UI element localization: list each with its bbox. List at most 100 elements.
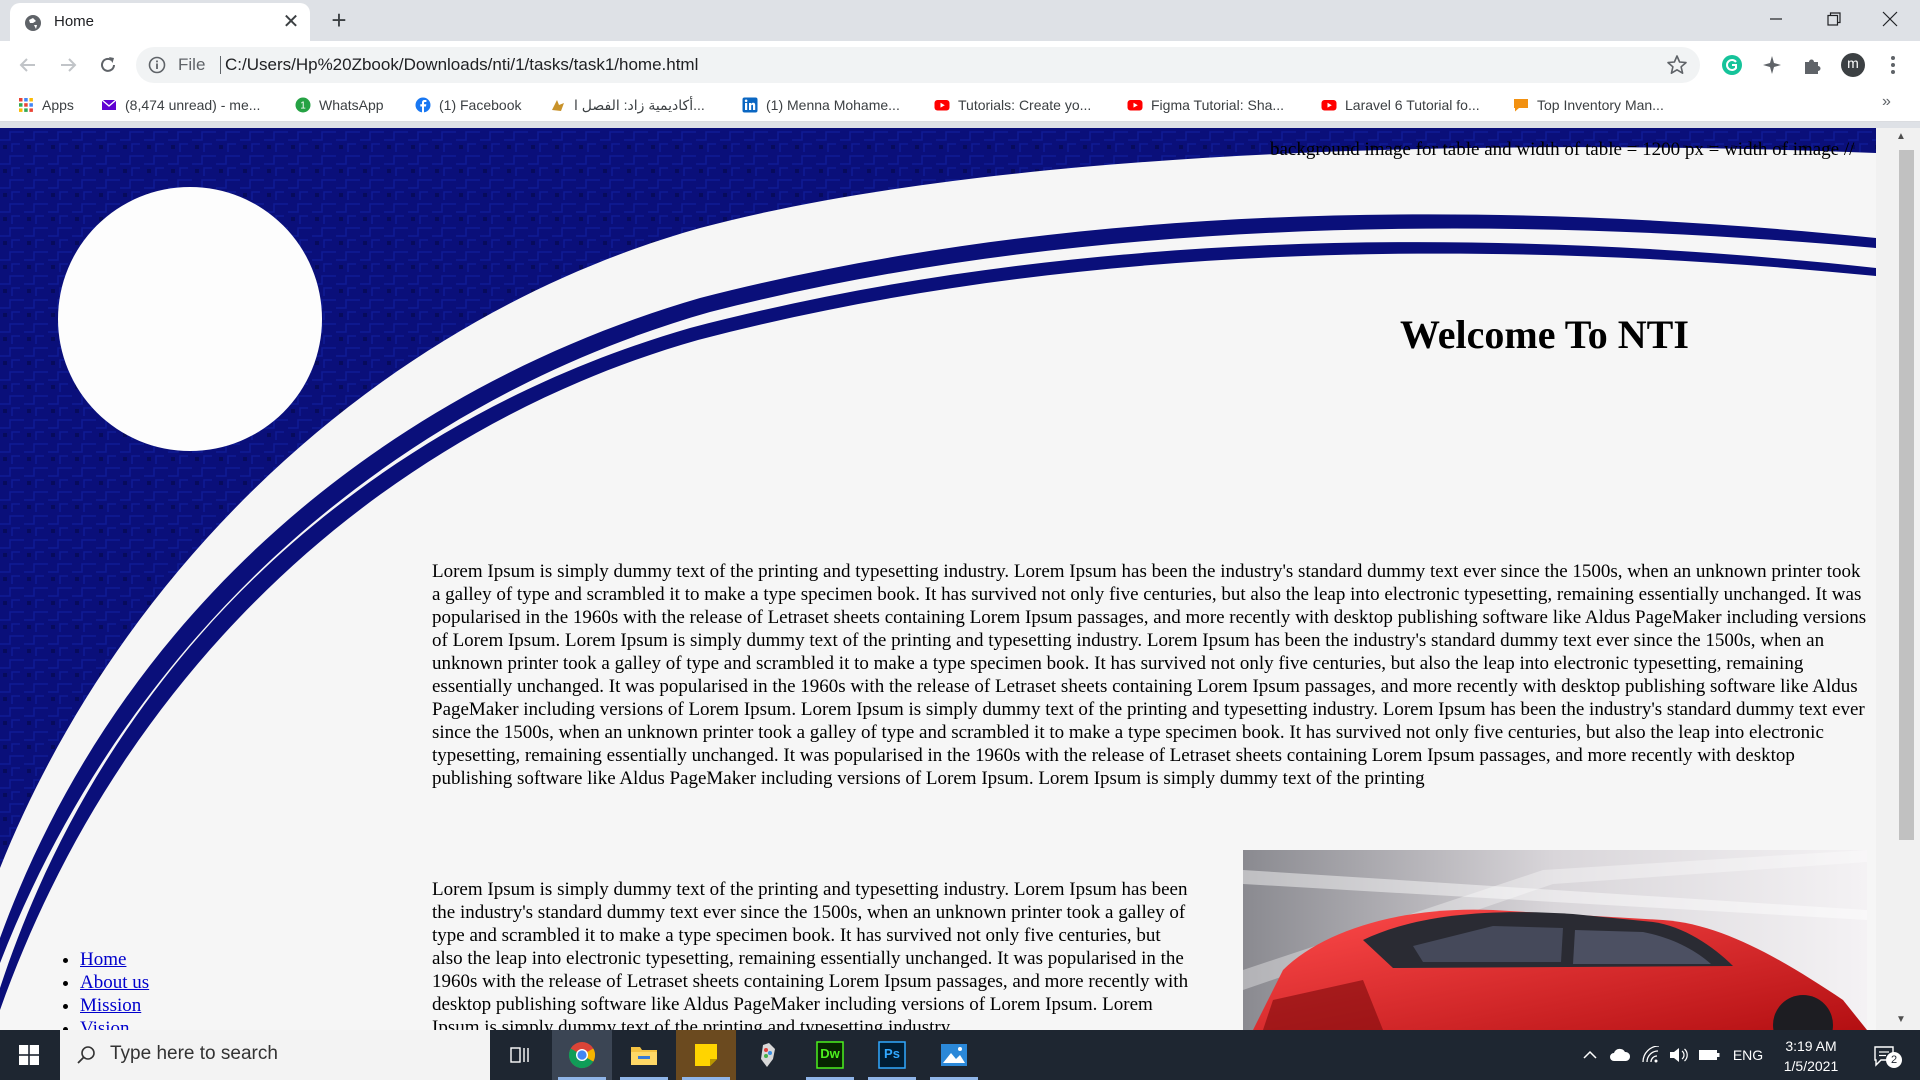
web-page: background image for table and width of …: [0, 128, 1876, 1030]
restore-button[interactable]: [1806, 0, 1862, 38]
notification-badge: 2: [1886, 1052, 1902, 1068]
browser-toolbar: File C:/Users/Hp%20Zbook/Downloads/nti/1…: [0, 41, 1920, 88]
task-view-icon: [510, 1047, 529, 1063]
battery-tray[interactable]: [1697, 1044, 1721, 1066]
taskbar-chrome[interactable]: [552, 1030, 612, 1080]
youtube-icon: [1127, 100, 1143, 111]
url-text[interactable]: C:/Users/Hp%20Zbook/Downloads/nti/1/task…: [225, 55, 698, 75]
reload-icon: [101, 57, 115, 72]
bookmark-mail[interactable]: (8,474 unread) - me...: [101, 94, 260, 116]
chat-icon: [1514, 99, 1528, 112]
new-tab-button[interactable]: +: [325, 6, 353, 34]
taskbar-photoshop[interactable]: Ps: [862, 1030, 922, 1080]
show-hidden-icons-button[interactable]: [1580, 1044, 1600, 1066]
tab-close-icon[interactable]: ✕: [280, 11, 302, 33]
profile-initial: m: [1847, 55, 1859, 71]
search-placeholder: Type here to search: [110, 1043, 278, 1064]
nav-link-home[interactable]: Home: [80, 949, 126, 970]
extensions-menu-button[interactable]: [1800, 52, 1826, 78]
address-bar[interactable]: File C:/Users/Hp%20Zbook/Downloads/nti/1…: [136, 47, 1700, 83]
back-button[interactable]: [14, 51, 42, 79]
linkedin-icon: [742, 97, 758, 113]
file-explorer-icon: [631, 1047, 657, 1065]
info-icon[interactable]: [148, 56, 166, 74]
search-icon: [77, 1046, 95, 1064]
page-scrollbar[interactable]: ▲ ▼: [1876, 128, 1920, 1030]
dreamweaver-label: Dw: [820, 1046, 840, 1061]
bookmark-apps[interactable]: Apps: [18, 94, 74, 116]
taskbar-paint[interactable]: [738, 1030, 798, 1080]
close-icon: [1882, 11, 1898, 27]
taskbar-file-explorer[interactable]: [614, 1030, 674, 1080]
nav-link-mission[interactable]: Mission: [80, 995, 141, 1016]
bookmark-youtube-2[interactable]: Figma Tutorial: Sha...: [1127, 94, 1284, 116]
profile-button[interactable]: m: [1840, 52, 1866, 78]
forward-arrow-icon: [61, 58, 77, 72]
bookmark-youtube-1[interactable]: Tutorials: Create yo...: [934, 94, 1091, 116]
tab-home[interactable]: Home ✕: [10, 3, 310, 41]
bookmarks-overflow-button[interactable]: »: [1882, 93, 1891, 111]
chrome-icon: [568, 1042, 596, 1069]
action-center-button[interactable]: 2: [1864, 1042, 1904, 1070]
bookmark-label: (8,474 unread) - me...: [125, 97, 261, 113]
photos-icon: [941, 1044, 967, 1066]
network-tray[interactable]: [1640, 1044, 1662, 1066]
file-scheme-label: File: [178, 55, 206, 74]
taskbar-search-box[interactable]: Type here to search: [60, 1030, 490, 1080]
system-clock[interactable]: 3:19 AM 1/5/2021: [1768, 1036, 1854, 1076]
nav-item-vision: Vision: [80, 1017, 149, 1030]
battery-icon: [1699, 1050, 1720, 1060]
taskbar-dreamweaver[interactable]: Dw: [800, 1030, 860, 1080]
scroll-up-arrow-icon[interactable]: ▲: [1896, 131, 1906, 142]
body-paragraph-2: Lorem Ipsum is simply dummy text of the …: [432, 879, 1189, 1030]
bookmark-star-icon[interactable]: [1666, 54, 1688, 76]
forward-button[interactable]: [54, 51, 82, 79]
bookmark-linkedin[interactable]: (1) Menna Mohame...: [742, 94, 900, 116]
body-paragraph-1: Lorem Ipsum is simply dummy text of the …: [432, 561, 1867, 789]
nav-item-about: About us: [80, 971, 149, 994]
bookmark-label: Tutorials: Create yo...: [958, 97, 1092, 113]
reload-button[interactable]: [94, 51, 122, 79]
bookmark-whatsapp[interactable]: 1 WhatsApp: [295, 94, 384, 116]
start-button[interactable]: [0, 1030, 58, 1080]
minimize-icon: [1770, 18, 1782, 20]
wifi-icon: [1642, 1046, 1660, 1063]
bookmark-facebook[interactable]: (1) Facebook: [415, 94, 521, 116]
volume-tray[interactable]: [1668, 1044, 1690, 1066]
taskbar-sticky-notes[interactable]: [676, 1030, 736, 1080]
task-view-button[interactable]: [490, 1030, 550, 1080]
nav-link-vision[interactable]: Vision: [80, 1018, 130, 1030]
scroll-down-arrow-icon[interactable]: ▼: [1896, 1014, 1906, 1025]
bookmark-label: (1) Facebook: [439, 97, 522, 113]
language-indicator[interactable]: ENG: [1728, 1044, 1768, 1066]
bookmark-youtube-3[interactable]: Laravel 6 Tutorial fo...: [1321, 94, 1480, 116]
grammarly-extension[interactable]: [1719, 52, 1745, 78]
sparkle-icon: [1763, 56, 1781, 74]
restore-icon: [1827, 12, 1841, 26]
grammarly-icon: [1722, 55, 1742, 75]
youtube-icon: [1321, 100, 1337, 111]
extension-button[interactable]: [1759, 52, 1785, 78]
minimize-button[interactable]: [1748, 0, 1804, 38]
back-arrow-icon: [19, 58, 35, 72]
omnibox-divider: [220, 56, 221, 74]
bookmark-inventory[interactable]: Top Inventory Man...: [1513, 94, 1664, 116]
bookmark-label: Top Inventory Man...: [1537, 97, 1664, 113]
globe-icon: [25, 15, 41, 31]
taskbar-photos[interactable]: [924, 1030, 984, 1080]
clock-date: 1/5/2021: [1783, 1058, 1839, 1074]
scrollbar-thumb[interactable]: [1899, 150, 1914, 840]
chrome-menu-button[interactable]: [1880, 52, 1906, 78]
close-window-button[interactable]: [1862, 0, 1918, 38]
nav-item-home: Home: [80, 948, 149, 971]
bookmark-label: WhatsApp: [319, 97, 384, 113]
bookmark-zad[interactable]: أكاديمية زاد: الفصل ا...: [550, 94, 705, 116]
page-comment-text: background image for table and width of …: [1270, 139, 1855, 160]
bookmark-label: Figma Tutorial: Sha...: [1151, 97, 1285, 113]
nav-item-mission: Mission: [80, 994, 149, 1017]
nav-link-about-us[interactable]: About us: [80, 972, 149, 993]
windows-logo-icon: [19, 1045, 39, 1065]
cloud-icon: [1610, 1048, 1631, 1061]
onedrive-tray[interactable]: [1608, 1044, 1632, 1066]
paint-icon: [761, 1043, 775, 1067]
